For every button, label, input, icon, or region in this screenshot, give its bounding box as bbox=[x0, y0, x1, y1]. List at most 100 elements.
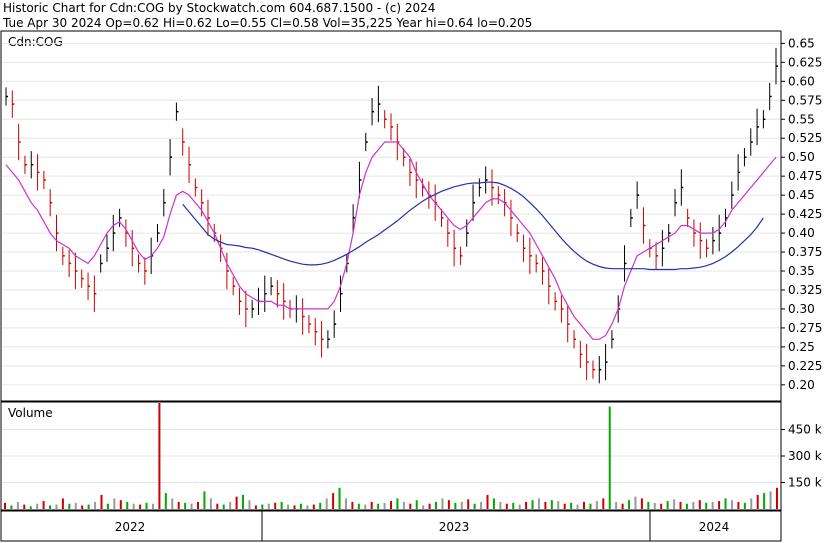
volume-bar bbox=[660, 503, 663, 509]
price-tick-label: 0.475 bbox=[788, 169, 822, 183]
volume-bar bbox=[763, 493, 766, 509]
volume-bar bbox=[209, 498, 212, 509]
price-tick-label: 0.55 bbox=[788, 112, 815, 126]
volume-bar bbox=[61, 498, 64, 509]
volume-bar bbox=[518, 504, 521, 509]
stock-chart: Cdn:COG Volume 0.65 0.625 0.60 0.575 0.55 0.5… bbox=[0, 30, 822, 542]
volume-bar bbox=[49, 505, 52, 509]
volume-bar bbox=[544, 501, 547, 509]
volume-bar bbox=[570, 502, 573, 509]
volume-bar bbox=[344, 498, 347, 509]
volume-bar bbox=[615, 501, 618, 509]
volume-bar bbox=[422, 505, 425, 509]
price-tick-label: 0.625 bbox=[788, 55, 822, 69]
volume-bar bbox=[42, 501, 45, 509]
volume-bar bbox=[229, 501, 232, 509]
price-tick-label: 0.225 bbox=[788, 359, 822, 373]
volume-bar bbox=[332, 493, 335, 509]
volume-bar bbox=[293, 505, 296, 509]
price-tick-label: 0.20 bbox=[788, 378, 815, 392]
volume-bar bbox=[370, 501, 373, 509]
volume-bar bbox=[36, 503, 39, 509]
volume-tick-label: 450 k bbox=[788, 423, 822, 437]
volume-bar bbox=[486, 494, 489, 509]
volume-bar bbox=[776, 487, 778, 509]
volume-bar bbox=[171, 498, 174, 509]
volume-bar bbox=[100, 494, 103, 509]
volume-bar bbox=[608, 406, 611, 509]
volume-bar bbox=[730, 500, 733, 509]
price-tick-label: 0.575 bbox=[788, 93, 822, 107]
volume-bar bbox=[287, 504, 290, 509]
volume-bar bbox=[705, 502, 708, 509]
volume-bar bbox=[685, 503, 688, 509]
volume-bar bbox=[248, 500, 251, 509]
volume-bar bbox=[280, 501, 283, 509]
volume-bar bbox=[325, 498, 328, 509]
volume-bar bbox=[139, 504, 142, 509]
price-tick-label: 0.25 bbox=[788, 340, 815, 354]
volume-bar bbox=[415, 500, 418, 509]
volume-bar bbox=[132, 503, 135, 509]
volume-bar bbox=[525, 501, 528, 509]
volume-bar bbox=[499, 501, 502, 509]
volume-bar bbox=[151, 503, 154, 509]
volume-bar bbox=[4, 502, 6, 509]
volume-panel-label: Volume bbox=[8, 406, 53, 420]
volume-bar bbox=[634, 496, 637, 509]
volume-bar bbox=[267, 503, 270, 509]
volume-bar bbox=[492, 498, 495, 509]
volume-bar bbox=[55, 504, 58, 509]
volume-bar bbox=[673, 499, 676, 509]
volume-bar bbox=[94, 501, 97, 509]
volume-bar bbox=[242, 494, 245, 509]
volume-bar bbox=[113, 498, 116, 509]
volume-bar bbox=[16, 501, 19, 509]
volume-bar bbox=[190, 503, 193, 509]
volume-bar bbox=[357, 503, 360, 509]
volume-bar bbox=[576, 504, 579, 509]
volume-bar bbox=[164, 493, 167, 509]
price-tick-label: 0.325 bbox=[788, 283, 822, 297]
volume-bar bbox=[711, 501, 714, 509]
volume-bar bbox=[74, 502, 77, 509]
volume-bar bbox=[621, 503, 624, 509]
volume-bar bbox=[222, 504, 225, 509]
year-label: 2022 bbox=[115, 520, 146, 534]
volume-bar bbox=[750, 498, 753, 509]
volume-tick-label: 150 k bbox=[788, 476, 822, 490]
volume-bar bbox=[743, 502, 746, 509]
volume-bar bbox=[274, 502, 277, 509]
price-tick-label: 0.425 bbox=[788, 207, 822, 221]
volume-bar bbox=[106, 503, 109, 509]
volume-bar bbox=[126, 501, 129, 509]
volume-bar bbox=[718, 501, 721, 509]
price-panel bbox=[0, 30, 782, 402]
volume-bar bbox=[473, 503, 476, 509]
volume-bar bbox=[390, 501, 392, 509]
volume-bar bbox=[119, 500, 122, 509]
volume-bar bbox=[769, 491, 772, 509]
volume-bar bbox=[512, 502, 515, 509]
volume-bar bbox=[216, 503, 219, 509]
price-tick-label: 0.275 bbox=[788, 321, 822, 335]
volume-bar bbox=[428, 503, 431, 509]
volume-bar bbox=[364, 504, 367, 509]
price-tick-label: 0.40 bbox=[788, 226, 815, 240]
price-tick-label: 0.65 bbox=[788, 36, 815, 50]
volume-bar bbox=[595, 501, 598, 509]
volume-bar bbox=[666, 501, 669, 509]
volume-bar bbox=[454, 502, 457, 509]
price-panel-label: Cdn:COG bbox=[8, 35, 63, 49]
volume-bar bbox=[653, 502, 656, 509]
volume-bar bbox=[177, 501, 180, 509]
volume-bar bbox=[647, 501, 650, 509]
volume-bar bbox=[460, 501, 463, 509]
price-tick-label: 0.375 bbox=[788, 245, 822, 259]
volume-bar bbox=[692, 501, 695, 509]
volume-bar bbox=[319, 502, 322, 509]
volume-bar bbox=[409, 503, 412, 509]
volume-bar bbox=[640, 498, 643, 509]
volume-bar bbox=[145, 502, 148, 509]
volume-bar bbox=[724, 498, 727, 509]
